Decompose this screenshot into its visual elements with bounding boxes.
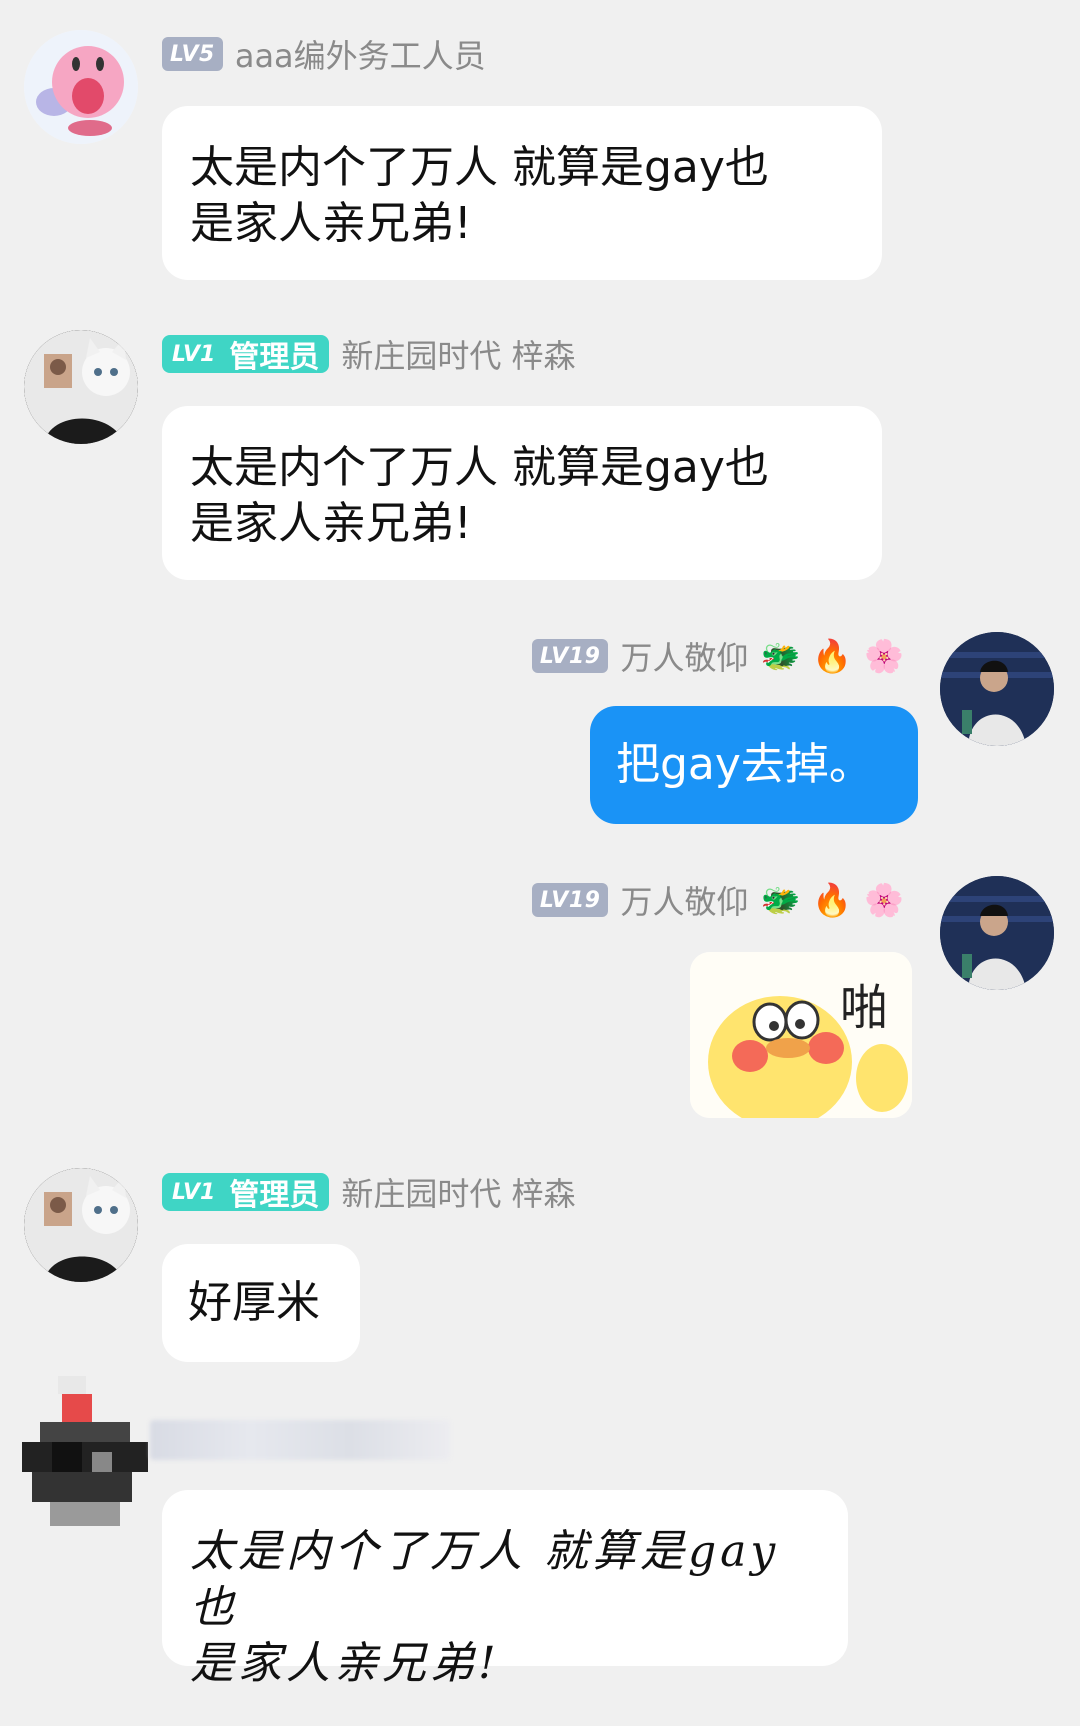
message-bubble[interactable]: 好厚米	[162, 1244, 360, 1362]
message-text: 把gay去掉。	[616, 739, 873, 790]
level-badge: LV19	[531, 883, 609, 917]
message-text-line: 太是内个了万人 就算是gay也	[190, 442, 769, 493]
avatar[interactable]	[940, 876, 1054, 990]
pixelated-avatar-icon	[22, 1376, 148, 1526]
role-label: 管理员	[229, 340, 320, 375]
person-avatar-icon	[940, 876, 1054, 990]
message-text-line: 是家人亲兄弟!	[190, 198, 472, 249]
person-avatar-icon	[940, 632, 1054, 746]
message-text-line: 是家人亲兄弟!	[190, 498, 472, 549]
level-label: LV1	[172, 341, 216, 367]
avatar[interactable]	[24, 330, 138, 444]
message-bubble[interactable]: 太是内个了万人 就算是gay也 是家人亲兄弟!	[162, 106, 882, 280]
admin-tag: LV1 管理员	[162, 1173, 330, 1213]
username[interactable]: 万人敬仰	[620, 877, 748, 923]
fire-icon: 🔥	[812, 637, 853, 675]
kirby-avatar-icon	[24, 30, 138, 144]
sticker-text: 啪	[840, 980, 889, 1036]
message-header: LV19 万人敬仰 🐲 🔥 🌸	[531, 877, 904, 923]
dragon-icon: 🐲	[760, 637, 801, 675]
sticker-message[interactable]: 啪	[690, 952, 912, 1118]
avatar[interactable]	[940, 632, 1054, 746]
cat-avatar-icon	[24, 330, 138, 444]
message-header: LV1 管理员 新庄园时代 梓森	[162, 1169, 576, 1215]
avatar[interactable]	[24, 1168, 138, 1282]
pixelated-avatar[interactable]	[22, 1376, 148, 1526]
avatar[interactable]	[24, 30, 138, 144]
username[interactable]: 万人敬仰	[620, 633, 748, 679]
blurred-username	[150, 1420, 450, 1460]
level-badge: LV19	[531, 639, 609, 673]
admin-tag: LV1 管理员	[162, 335, 330, 375]
fire-icon: 🔥	[812, 881, 853, 919]
message-bubble[interactable]: 太是内个了万人 就算是gay也 是家人亲兄弟!	[162, 1490, 848, 1689]
message-text-line: 太是内个了万人 就算是gay也	[190, 1526, 780, 1633]
username[interactable]: 新庄园时代 梓森	[341, 1169, 575, 1215]
flower-icon: 🌸	[864, 637, 904, 675]
message-text-line: 太是内个了万人 就算是gay也	[190, 142, 769, 193]
username[interactable]: aaa编外务工人员	[235, 31, 486, 77]
username[interactable]: 新庄园时代 梓森	[341, 331, 575, 377]
message-text: 好厚米	[188, 1277, 320, 1328]
message-text-line: 是家人亲兄弟!	[190, 1638, 500, 1689]
message-bubble[interactable]: 把gay去掉。	[590, 706, 918, 824]
level-label: LV1	[172, 1179, 216, 1205]
message-bubble[interactable]: 太是内个了万人 就算是gay也 是家人亲兄弟!	[162, 406, 882, 580]
message-header: LV5 aaa编外务工人员	[162, 31, 486, 77]
level-badge: LV5	[162, 37, 223, 71]
cat-avatar-icon	[24, 1168, 138, 1282]
role-label: 管理员	[229, 1178, 320, 1213]
flower-icon: 🌸	[864, 881, 904, 919]
message-header: LV19 万人敬仰 🐲 🔥 🌸	[531, 633, 904, 679]
message-header: LV1 管理员 新庄园时代 梓森	[162, 331, 576, 377]
dragon-icon: 🐲	[760, 881, 801, 919]
